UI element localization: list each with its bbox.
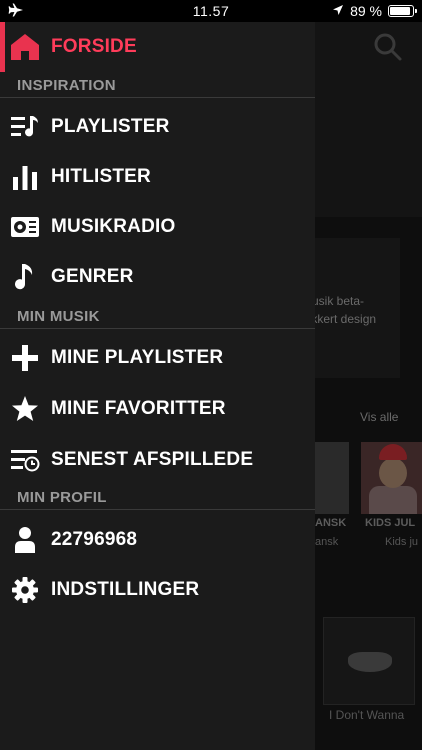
recent-playlist-icon: [10, 445, 40, 475]
active-indicator: [0, 22, 5, 72]
menu-label: MUSIKRADIO: [51, 216, 176, 237]
menu-item-profile[interactable]: 22796968: [0, 515, 315, 565]
album-title: I Don't Wanna: [329, 708, 405, 722]
menu-item-genrer[interactable]: GENRER: [0, 252, 315, 302]
menu-item-mine-playlister[interactable]: MINE PLAYLISTER: [0, 333, 315, 383]
battery-icon: [388, 5, 417, 17]
status-right: 89 %: [332, 3, 417, 19]
location-arrow-icon: [332, 3, 344, 19]
plus-icon: [10, 343, 40, 373]
menu-item-senest-afspillede[interactable]: SENEST AFSPILLEDE: [0, 435, 315, 485]
menu-label: SENEST AFSPILLEDE: [51, 449, 254, 470]
bar-chart-icon: [10, 162, 40, 192]
album-tile-kids-jul[interactable]: [361, 442, 422, 514]
background-app[interactable]: Musik beta- lekkert design Vis alle ANSK…: [315, 22, 422, 750]
profile-id: 22796968: [51, 529, 138, 550]
menu-label: PLAYLISTER: [51, 116, 170, 137]
navigation-drawer: FORSIDE INSPIRATION PLAYLISTER HITLISTER…: [0, 22, 315, 750]
tile-subtitle: Kids ju: [385, 536, 419, 548]
section-min-musik: MIN MUSIK: [0, 307, 315, 329]
playlist-icon: [10, 112, 40, 142]
tile-title: KIDS JUL: [365, 517, 416, 529]
menu-item-forside[interactable]: FORSIDE: [0, 22, 315, 72]
radio-icon: [10, 212, 40, 242]
home-icon: [10, 32, 40, 62]
user-icon: [10, 525, 40, 555]
section-min-profil: MIN PROFIL: [0, 488, 315, 510]
menu-item-playlister[interactable]: PLAYLISTER: [0, 102, 315, 152]
menu-label: FORSIDE: [51, 36, 137, 57]
album-tile[interactable]: [315, 442, 349, 514]
gear-icon: [10, 575, 40, 605]
menu-label: MINE FAVORITTER: [51, 398, 226, 419]
music-note-icon: [10, 262, 40, 292]
menu-label: GENRER: [51, 266, 134, 287]
background-header: [315, 22, 422, 217]
status-bar: 11.57 89 %: [0, 0, 422, 22]
section-title: INSPIRATION: [17, 77, 116, 94]
search-icon[interactable]: [373, 32, 403, 67]
section-title: MIN MUSIK: [17, 308, 100, 325]
menu-item-indstillinger[interactable]: INDSTILLINGER: [0, 565, 315, 615]
menu-item-hitlister[interactable]: HITLISTER: [0, 152, 315, 202]
menu-item-mine-favoritter[interactable]: MINE FAVORITTER: [0, 384, 315, 434]
menu-label: MINE PLAYLISTER: [51, 347, 224, 368]
tile-subtitle: ansk: [315, 536, 339, 548]
menu-item-musikradio[interactable]: MUSIKRADIO: [0, 202, 315, 252]
tile-title: ANSK: [315, 517, 347, 529]
menu-label: HITLISTER: [51, 166, 151, 187]
menu-label: INDSTILLINGER: [51, 579, 200, 600]
beta-info-text: Musik beta- lekkert design: [315, 294, 377, 326]
star-icon: [10, 394, 40, 424]
show-all-link[interactable]: Vis alle: [360, 410, 398, 424]
section-title: MIN PROFIL: [17, 489, 107, 506]
album-cover[interactable]: [323, 617, 415, 705]
battery-percentage: 89 %: [350, 3, 382, 19]
section-inspiration: INSPIRATION: [0, 76, 315, 98]
